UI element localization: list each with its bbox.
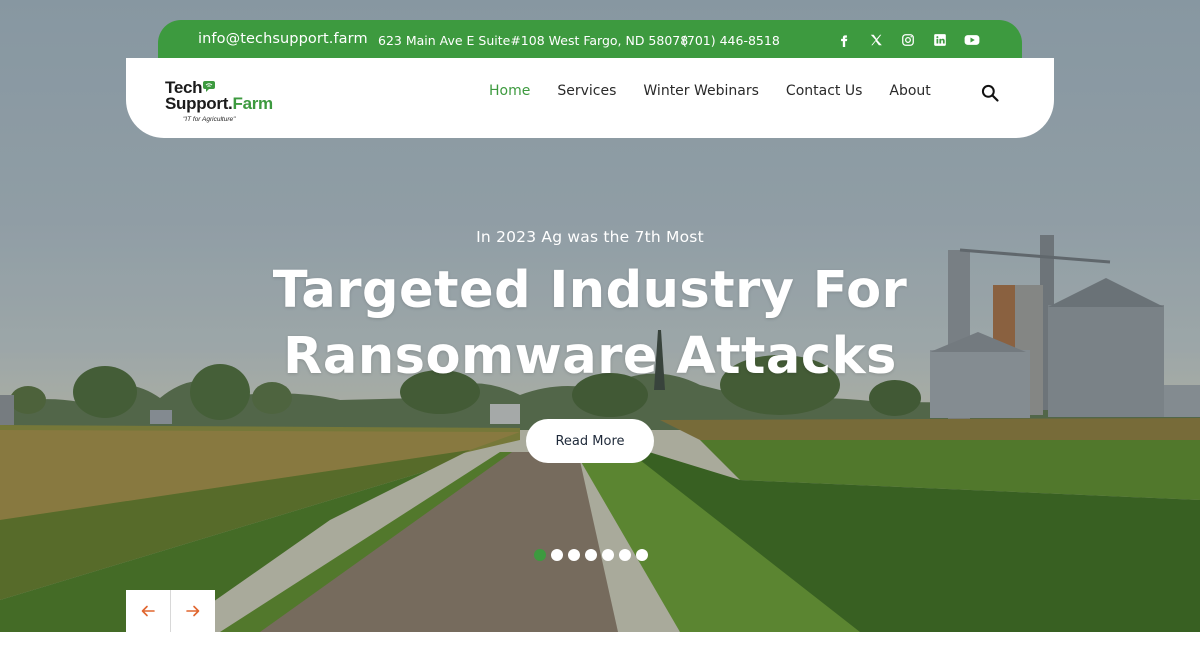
slider-dot-1[interactable]	[534, 549, 546, 561]
logo-line-2: Support.Farm	[165, 94, 273, 114]
slider-dot-6[interactable]	[619, 549, 631, 561]
linkedin-icon[interactable]	[930, 30, 950, 50]
slider-pagination	[534, 549, 648, 561]
nav-item-services[interactable]: Services	[557, 83, 616, 99]
nav-menu: Home Services Winter Webinars Contact Us…	[489, 83, 931, 99]
youtube-icon[interactable]	[962, 30, 982, 50]
hero-bottom-border	[0, 632, 1200, 646]
site-logo[interactable]: Tech Support.Farm "IT for Agriculture"	[165, 78, 275, 128]
contact-email-link[interactable]: info@techsupport.farm	[198, 31, 368, 47]
chat-bubble-icon	[203, 81, 215, 92]
facebook-icon[interactable]	[834, 30, 854, 50]
nav-item-about[interactable]: About	[889, 83, 930, 99]
contact-address: 623 Main Ave E Suite#108 West Fargo, ND …	[378, 33, 689, 48]
hero-subtitle: In 2023 Ag was the 7th Most	[476, 228, 704, 246]
logo-support-text: Support.	[165, 94, 233, 113]
slider-dot-5[interactable]	[602, 549, 614, 561]
slider-dot-2[interactable]	[551, 549, 563, 561]
contact-phone-link[interactable]: (701) 446-8518	[682, 33, 780, 48]
slider-dot-7[interactable]	[636, 549, 648, 561]
hero-title: Targeted Industry For Ransomware Attacks	[0, 258, 1180, 390]
arrow-right-icon	[186, 605, 200, 617]
logo-tagline: "IT for Agriculture"	[183, 116, 236, 123]
search-icon[interactable]	[980, 83, 1000, 103]
slider-prev-button[interactable]	[126, 590, 170, 632]
read-more-button[interactable]: Read More	[526, 419, 654, 463]
hero-title-line-2: Ransomware Attacks	[283, 327, 897, 386]
nav-item-home[interactable]: Home	[489, 83, 530, 99]
hero-title-line-1: Targeted Industry For	[272, 261, 908, 320]
x-icon[interactable]	[866, 30, 886, 50]
slider-dot-3[interactable]	[568, 549, 580, 561]
nav-item-contact-us[interactable]: Contact Us	[786, 83, 862, 99]
nav-item-winter-webinars[interactable]: Winter Webinars	[643, 83, 759, 99]
slider-dot-4[interactable]	[585, 549, 597, 561]
arrow-left-icon	[141, 605, 155, 617]
logo-farm-text: Farm	[232, 94, 273, 113]
slider-next-button[interactable]	[171, 590, 215, 632]
social-links	[834, 30, 982, 50]
main-navbar: Tech Support.Farm "IT for Agriculture" H…	[126, 58, 1054, 138]
instagram-icon[interactable]	[898, 30, 918, 50]
